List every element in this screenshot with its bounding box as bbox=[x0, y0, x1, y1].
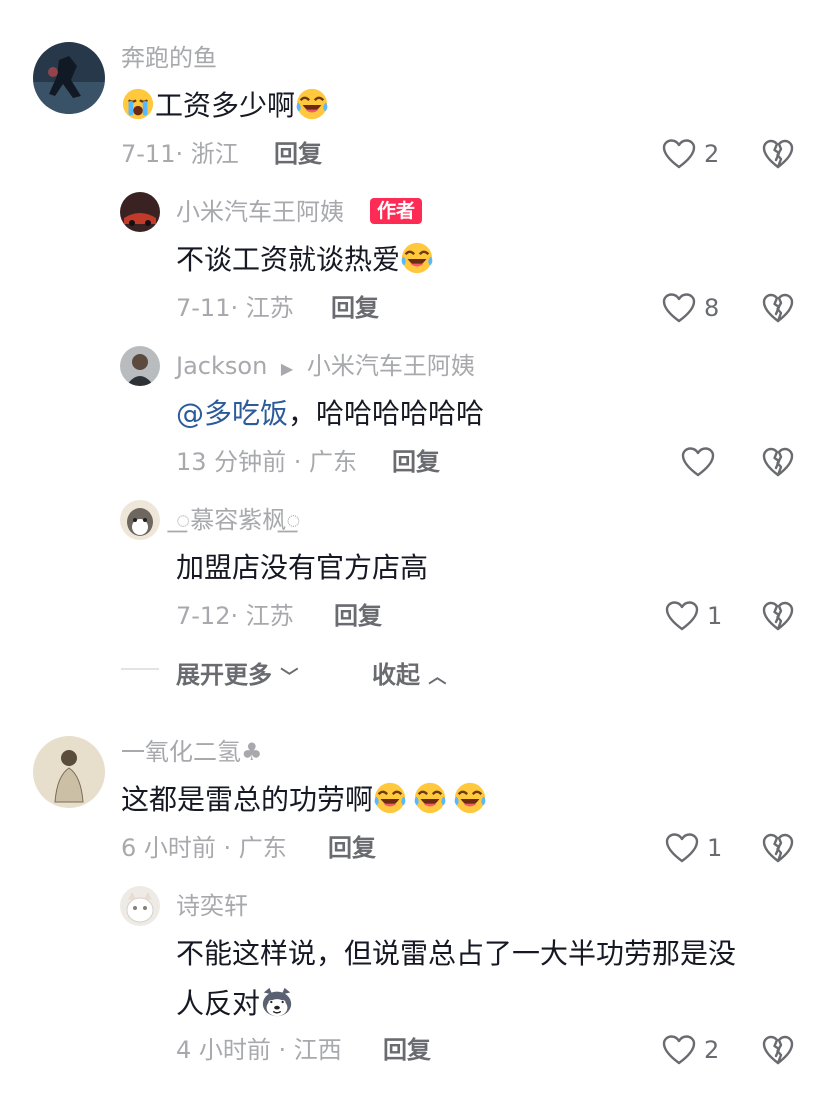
comment-meta: 4 小时前 · 江西 bbox=[176, 1036, 342, 1064]
heart-icon bbox=[681, 446, 715, 478]
laughing-tears-emoji-icon bbox=[373, 781, 407, 815]
reply-author[interactable]: Jackson bbox=[176, 352, 267, 380]
heart-icon bbox=[665, 600, 699, 632]
laughing-tears-emoji-icon bbox=[413, 781, 447, 815]
broken-heart-icon bbox=[762, 138, 794, 170]
avatar[interactable] bbox=[33, 736, 105, 808]
reply-target[interactable]: 小米汽车王阿姨 bbox=[307, 352, 475, 380]
avatar[interactable] bbox=[120, 192, 160, 232]
comment-meta: 13 分钟前 · 广东 bbox=[176, 448, 358, 476]
expand-more-button[interactable]: 展开更多 ﹀ bbox=[176, 655, 298, 690]
like-button[interactable]: 2 bbox=[662, 1034, 719, 1066]
comment-meta: 7-11· 浙江 bbox=[121, 140, 239, 168]
username[interactable]: 奔跑的鱼 bbox=[121, 43, 217, 73]
dislike-button[interactable] bbox=[762, 832, 794, 864]
heart-icon bbox=[665, 832, 699, 864]
like-button[interactable]: 1 bbox=[665, 600, 722, 632]
like-button[interactable]: 2 bbox=[662, 138, 719, 170]
avatar[interactable] bbox=[120, 500, 160, 540]
reply-arrow-icon: ▶ bbox=[280, 359, 294, 378]
like-count: 2 bbox=[704, 1036, 720, 1064]
like-button[interactable]: 8 bbox=[662, 292, 719, 324]
broken-heart-icon bbox=[762, 600, 794, 632]
collapse-button[interactable]: 收起 ︿ bbox=[372, 655, 446, 690]
chevron-up-icon: ︿ bbox=[428, 667, 447, 688]
username[interactable]: Jackson ▶ 小米汽车王阿姨 bbox=[176, 351, 475, 384]
like-count: 1 bbox=[707, 834, 723, 862]
reply-button[interactable]: 回复 bbox=[392, 447, 440, 477]
laughing-tears-emoji-icon bbox=[400, 241, 434, 275]
avatar[interactable] bbox=[33, 42, 105, 114]
username[interactable]: ꯭慕容紫枫꯭ bbox=[176, 505, 301, 535]
comment-text: 加盟店没有官方店高 bbox=[176, 551, 429, 584]
broken-heart-icon bbox=[762, 292, 794, 324]
username[interactable]: 诗奕轩 bbox=[176, 891, 248, 921]
author-badge: 作者 bbox=[370, 198, 423, 224]
reply-button[interactable]: 回复 bbox=[383, 1035, 431, 1065]
divider bbox=[121, 668, 159, 670]
like-count: 8 bbox=[704, 294, 720, 322]
laughing-tears-emoji-icon bbox=[295, 87, 329, 121]
broken-heart-icon bbox=[762, 832, 794, 864]
chevron-down-icon: ﹀ bbox=[280, 667, 299, 688]
broken-heart-icon bbox=[762, 446, 794, 478]
comment-text: 人反对 bbox=[176, 984, 294, 1024]
comment-meta: 7-12· 江苏 bbox=[176, 602, 294, 630]
comment-text: 不能这样说，但说雷总占了一大半功劳那是没 bbox=[176, 937, 737, 970]
broken-heart-icon bbox=[762, 1034, 794, 1066]
username[interactable]: 小米汽车王阿姨 bbox=[176, 197, 344, 227]
dislike-button[interactable] bbox=[762, 600, 794, 632]
avatar[interactable] bbox=[120, 346, 160, 386]
reply-button[interactable]: 回复 bbox=[274, 139, 322, 169]
dislike-button[interactable] bbox=[762, 446, 794, 478]
reply-button[interactable]: 回复 bbox=[334, 601, 382, 631]
like-count: 2 bbox=[704, 140, 720, 168]
comment-meta: 7-11· 江苏 bbox=[176, 294, 294, 322]
username[interactable]: 一氧化二氢♣ bbox=[121, 737, 263, 767]
dislike-button[interactable] bbox=[762, 1034, 794, 1066]
heart-icon bbox=[662, 1034, 696, 1066]
laughing-tears-emoji-icon bbox=[453, 781, 487, 815]
comment-text: 工资多少啊 bbox=[121, 86, 329, 126]
comment-text: @多吃饭，哈哈哈哈哈哈 bbox=[176, 397, 485, 430]
husky-emoji-icon bbox=[260, 985, 294, 1019]
reply-button[interactable]: 回复 bbox=[331, 293, 379, 323]
dislike-button[interactable] bbox=[762, 138, 794, 170]
comment-text: 这都是雷总的功劳啊 bbox=[121, 780, 487, 820]
heart-icon bbox=[662, 292, 696, 324]
dislike-button[interactable] bbox=[762, 292, 794, 324]
avatar[interactable] bbox=[120, 886, 160, 926]
heart-icon bbox=[662, 138, 696, 170]
reply-button[interactable]: 回复 bbox=[328, 833, 376, 863]
like-button[interactable] bbox=[681, 446, 723, 478]
like-button[interactable]: 1 bbox=[665, 832, 722, 864]
comment-meta: 6 小时前 · 广东 bbox=[121, 834, 287, 862]
like-count: 1 bbox=[707, 602, 723, 630]
comment-text: 不谈工资就谈热爱 bbox=[176, 240, 434, 280]
crying-emoji-icon bbox=[121, 87, 155, 121]
mention-link[interactable]: @多吃饭 bbox=[176, 397, 288, 430]
